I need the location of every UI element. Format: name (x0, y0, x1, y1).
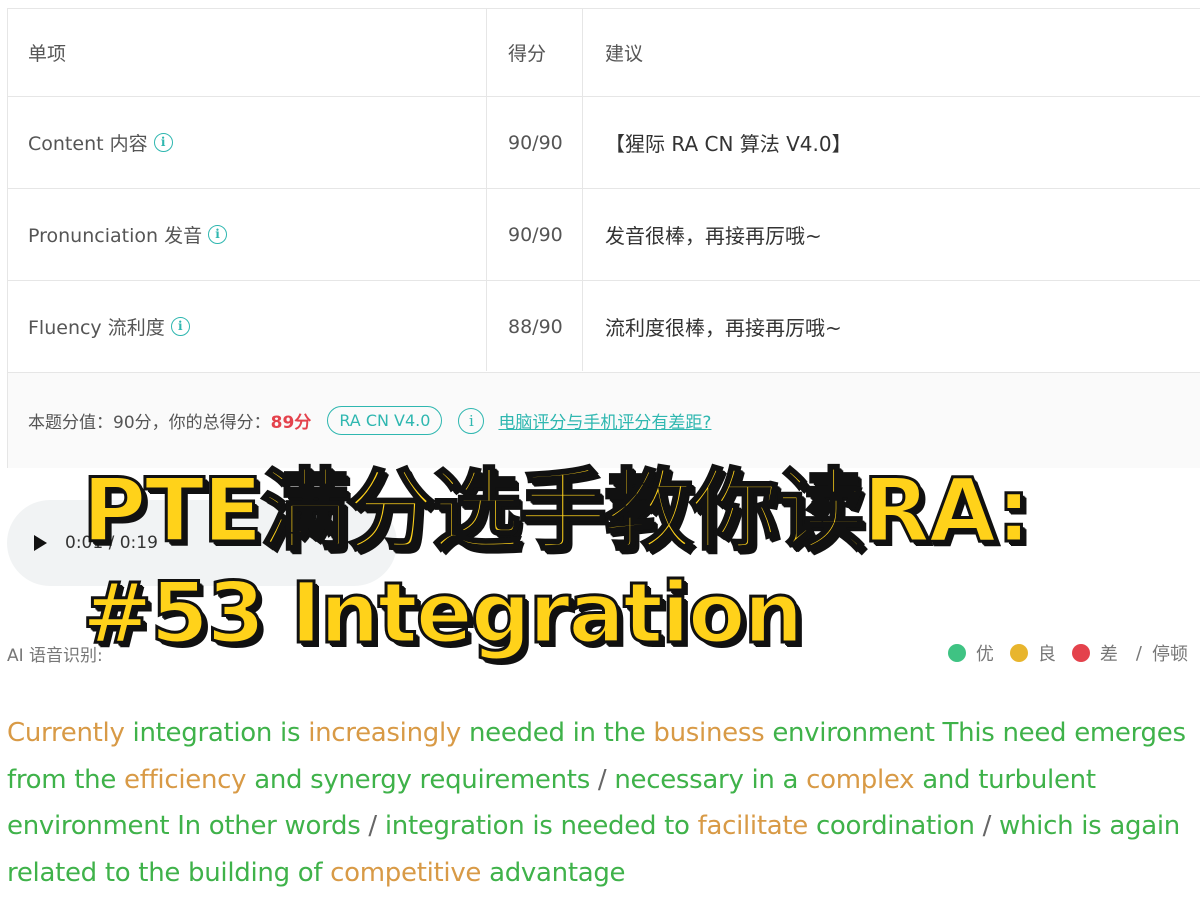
table-row-fluency: Fluency 流利度 i 88/90 流利度很棒，再接再厉哦~ (8, 281, 1200, 373)
total-label: 本题分值：90分，你的总得分： (28, 413, 271, 433)
header-advice: 建议 (605, 43, 644, 65)
transcript-word: integration is needed to (384, 811, 690, 841)
advice-cell: 流利度很棒，再接再厉哦~ (605, 316, 842, 340)
transcript-word: integration is (132, 718, 301, 748)
legend-ok-label: 良 (1037, 644, 1056, 665)
legend-separator: / (1135, 642, 1142, 664)
header-item: 单项 (28, 43, 67, 65)
info-icon[interactable]: i (208, 225, 228, 244)
ai-transcript: Currently integration is increasingly ne… (7, 710, 1187, 896)
pause-marker: / (597, 764, 607, 795)
legend-bad-label: 差 (1099, 644, 1118, 665)
item-label: Pronunciation 发音 (28, 225, 203, 247)
advice-cell: 【猩际 RA CN 算法 V4.0】 (605, 132, 852, 156)
transcript-word: complex (806, 764, 915, 795)
table-header-row: 单项 得分 建议 (8, 9, 1200, 97)
total-score-row: 本题分值：90分，你的总得分： 89分 RA CN V4.0 i 电脑评分与手机… (8, 373, 1200, 468)
item-label: Content 内容 (28, 133, 148, 155)
header-score: 得分 (508, 43, 547, 65)
transcript-word: needed in the (468, 718, 646, 748)
pause-marker: / (982, 811, 992, 841)
advice-cell: 发音很棒，再接再厉哦~ (605, 224, 822, 248)
transcript-word: Currently (7, 718, 125, 748)
info-icon[interactable]: i (170, 317, 190, 336)
score-cell: 90/90 (508, 131, 563, 154)
total-score: 89分 (270, 413, 312, 433)
video-title-overlay: PTE满分选手教你读RA: #53 Integration (80, 455, 1032, 662)
table-row-content: Content 内容 i 90/90 【猩际 RA CN 算法 V4.0】 (8, 97, 1200, 189)
algorithm-badge[interactable]: RA CN V4.0 (327, 406, 443, 435)
legend-pause-label: 停顿 (1152, 644, 1188, 665)
transcript-word: competitive (330, 857, 482, 888)
table-row-pronunciation: Pronunciation 发音 i 90/90 发音很棒，再接再厉哦~ (8, 189, 1200, 281)
score-cell: 88/90 (508, 315, 563, 338)
transcript-word: advantage (489, 857, 626, 888)
play-icon[interactable] (34, 535, 47, 551)
transcript-word: facilitate (697, 811, 809, 841)
overlay-title-line2: #53 Integration (80, 564, 804, 662)
overlay-title-line1: PTE满分选手教你读RA: (80, 458, 1032, 564)
transcript-word: necessary in a (614, 764, 799, 795)
item-cell: Content 内容 i (28, 97, 173, 188)
score-difference-link[interactable]: 电脑评分与手机评分有差距? (498, 408, 711, 433)
legend-bad: 差 (1071, 640, 1118, 666)
item-label: Fluency 流利度 (28, 317, 165, 339)
info-icon[interactable]: i (458, 407, 485, 434)
transcript-word: increasingly (308, 718, 461, 748)
item-cell: Fluency 流利度 i (28, 281, 190, 372)
info-icon[interactable]: i (153, 133, 173, 152)
pause-marker: / (368, 811, 377, 841)
red-dot-icon (1071, 644, 1090, 662)
transcript-word: and synergy requirements (254, 764, 590, 795)
item-cell: Pronunciation 发音 i (28, 189, 228, 280)
transcript-word: coordination (815, 811, 975, 841)
score-cell: 90/90 (508, 223, 563, 246)
score-table: 单项 得分 建议 Content 内容 i 90/90 【猩际 RA CN 算法… (7, 8, 1200, 468)
transcript-word: business (653, 718, 765, 748)
transcript-word: efficiency (124, 764, 247, 795)
